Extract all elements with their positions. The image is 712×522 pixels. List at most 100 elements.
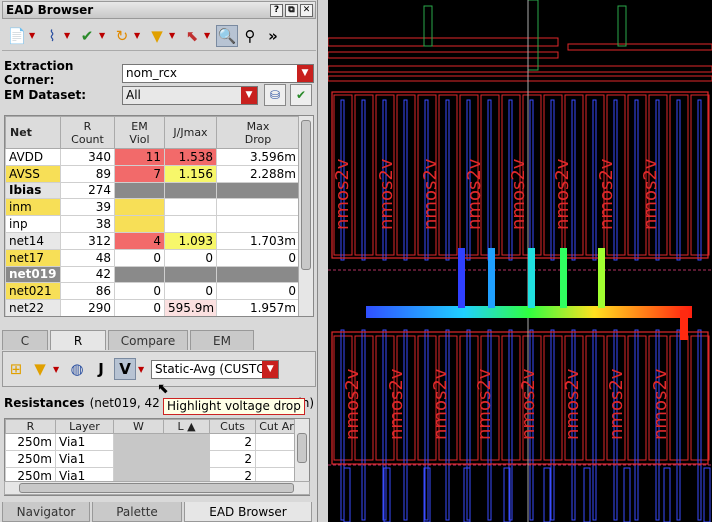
res-table-hscroll-thumb[interactable] <box>19 483 294 493</box>
res-table-scroll-thumb[interactable] <box>297 433 307 463</box>
device-label: nmos2v <box>376 158 397 230</box>
res-table-header[interactable]: Cuts <box>209 419 256 434</box>
extraction-corner-label: Extraction Corner: <box>4 59 74 87</box>
device-label: nmos2v <box>596 158 617 230</box>
check-flag-icon[interactable]: ✔ <box>76 25 98 47</box>
em-viol-cell: 11 <box>114 148 165 166</box>
table-row[interactable]: inp 38 <box>5 215 300 233</box>
float-button[interactable]: ⧉ <box>285 3 298 17</box>
w-cell <box>113 433 164 451</box>
res-table-header[interactable]: Cut Ar <box>255 419 298 434</box>
r-count-cell: 39 <box>60 198 115 217</box>
transistor-finger <box>627 335 647 461</box>
layer-cell: Via1 <box>55 450 114 468</box>
device-label: nmos2v <box>518 368 539 440</box>
probe-cursor-icon[interactable]: ⬉ <box>181 25 203 47</box>
extraction-corner-select[interactable]: nom_rcx ▼ <box>122 63 314 83</box>
device-label: nmos2v <box>464 158 485 230</box>
em-dataset-select[interactable]: All ▼ <box>122 85 258 105</box>
check-dropdown-icon[interactable]: ▼ <box>99 31 107 40</box>
filter-icon[interactable]: ▼ <box>146 25 168 47</box>
gate-poly <box>634 329 639 521</box>
voltage-dropdown-icon[interactable]: ▼ <box>138 365 146 374</box>
close-button[interactable]: ✕ <box>300 3 313 17</box>
bottom-tab-ead-browser[interactable]: EAD Browser <box>184 502 312 522</box>
zoom-icon[interactable]: 🔍 <box>216 24 238 47</box>
layout-view[interactable]: nmos2v nmos2v nmos2v nmos2v nmos2v nmos2v nmos… <box>328 0 712 522</box>
tab-r[interactable]: R <box>50 330 106 350</box>
toolbar-overflow-icon[interactable]: » <box>262 25 284 47</box>
bottom-tab-navigator[interactable]: Navigator <box>2 502 90 522</box>
document-icon[interactable]: 📄 <box>6 25 28 47</box>
table-row[interactable]: net019 42 <box>5 265 300 284</box>
chevron-down-icon[interactable]: ▼ <box>262 360 278 378</box>
net-table-header[interactable]: R Count <box>60 116 115 149</box>
r-cell: 250m <box>5 433 56 451</box>
em-viol-cell: 0 <box>114 248 165 267</box>
layout-canvas[interactable]: nmos2v nmos2v nmos2v nmos2v nmos2v nmos2v nmos… <box>328 0 712 522</box>
binoculars-icon[interactable]: ⚲ <box>239 25 261 47</box>
net-name-cell: Ibias <box>5 181 61 200</box>
net-icon[interactable]: ◍ <box>66 358 88 380</box>
tab-c[interactable]: C <box>2 330 48 350</box>
metal-strap <box>527 0 539 71</box>
tab-em[interactable]: EM <box>190 330 254 350</box>
dataset-check-icon[interactable]: ✔ <box>290 84 312 106</box>
table-row[interactable]: 250m Via1 2 <box>5 450 298 468</box>
res-table-header[interactable]: L ▲ <box>163 419 210 434</box>
net-table-scrollbar[interactable] <box>298 116 313 316</box>
chevron-down-icon[interactable]: ▼ <box>297 64 313 82</box>
analysis-mode-select[interactable]: Static-Avg (CUSTO ▼ <box>151 359 279 379</box>
table-row[interactable]: Ibias 274 <box>5 181 300 200</box>
gate-poly <box>361 99 366 261</box>
table-row[interactable]: net14 312 4 1.093 1.703m <box>5 231 300 250</box>
cut-area-cell <box>255 450 298 468</box>
bottom-tab-palette[interactable]: Palette <box>92 502 182 522</box>
net-table-header[interactable]: Net <box>5 116 61 149</box>
help-button[interactable]: ? <box>270 3 283 17</box>
device-label: nmos2v <box>508 158 529 230</box>
res-table-header[interactable]: W <box>113 419 164 434</box>
table-row[interactable]: 250m Via1 2 <box>5 433 298 451</box>
dataset-config-icon[interactable]: ⛁ <box>264 84 286 106</box>
net-table-header[interactable]: EM Viol <box>114 116 165 149</box>
net-table-header[interactable]: J/Jmax <box>164 116 217 149</box>
resistor-probe-icon[interactable]: ⌇ <box>41 25 63 47</box>
filter-icon[interactable]: ▼ <box>29 358 51 380</box>
chevron-down-icon[interactable]: ▼ <box>241 86 257 104</box>
tab-compare[interactable]: Compare <box>108 330 188 350</box>
j-jmax-cell <box>164 181 217 200</box>
net-name-cell: net22 <box>5 299 61 316</box>
net-table-header[interactable]: Max Drop <box>216 116 300 149</box>
j-jmax-cell: 1.093 <box>164 231 217 250</box>
table-row[interactable]: AVDD 340 11 1.538 3.596m <box>5 148 300 166</box>
gate-poly <box>634 99 639 261</box>
voltage-drop-icon[interactable]: V <box>114 358 136 380</box>
filter-dropdown-icon[interactable]: ▼ <box>53 365 61 374</box>
res-table-hscrollbar[interactable] <box>4 481 310 495</box>
table-row[interactable]: inm 39 <box>5 198 300 217</box>
gate-poly <box>403 99 408 261</box>
table-row[interactable]: net22 290 0 595.9m 1.957m <box>5 299 300 316</box>
table-row[interactable]: net021 86 0 0 0 <box>5 282 300 301</box>
document-dropdown-icon[interactable]: ▼ <box>29 31 37 40</box>
gate-poly <box>697 99 702 261</box>
current-icon[interactable]: J <box>90 358 112 380</box>
filter-dropdown-icon[interactable]: ▼ <box>169 31 177 40</box>
net-table-scroll-thumb[interactable] <box>301 120 311 270</box>
resistor-dropdown-icon[interactable]: ▼ <box>64 31 72 40</box>
undo-icon[interactable]: ↻ <box>111 25 133 47</box>
gate-poly <box>550 329 555 521</box>
table-row[interactable]: net17 48 0 0 0 <box>5 248 300 267</box>
em-viol-cell <box>114 198 165 217</box>
j-jmax-cell: 1.538 <box>164 148 217 166</box>
probe-dropdown-icon[interactable]: ▼ <box>204 31 212 40</box>
res-table-header[interactable]: Layer <box>55 419 114 434</box>
em-viol-cell: 0 <box>114 282 165 301</box>
probe-icon[interactable]: ⊞ <box>5 358 27 380</box>
undo-dropdown-icon[interactable]: ▼ <box>134 31 142 40</box>
j-jmax-cell: 0 <box>164 282 217 301</box>
res-table-header[interactable]: R <box>5 419 56 434</box>
table-row[interactable]: AVSS 89 7 1.156 2.288m <box>5 164 300 183</box>
device-label: nmos2v <box>650 368 671 440</box>
